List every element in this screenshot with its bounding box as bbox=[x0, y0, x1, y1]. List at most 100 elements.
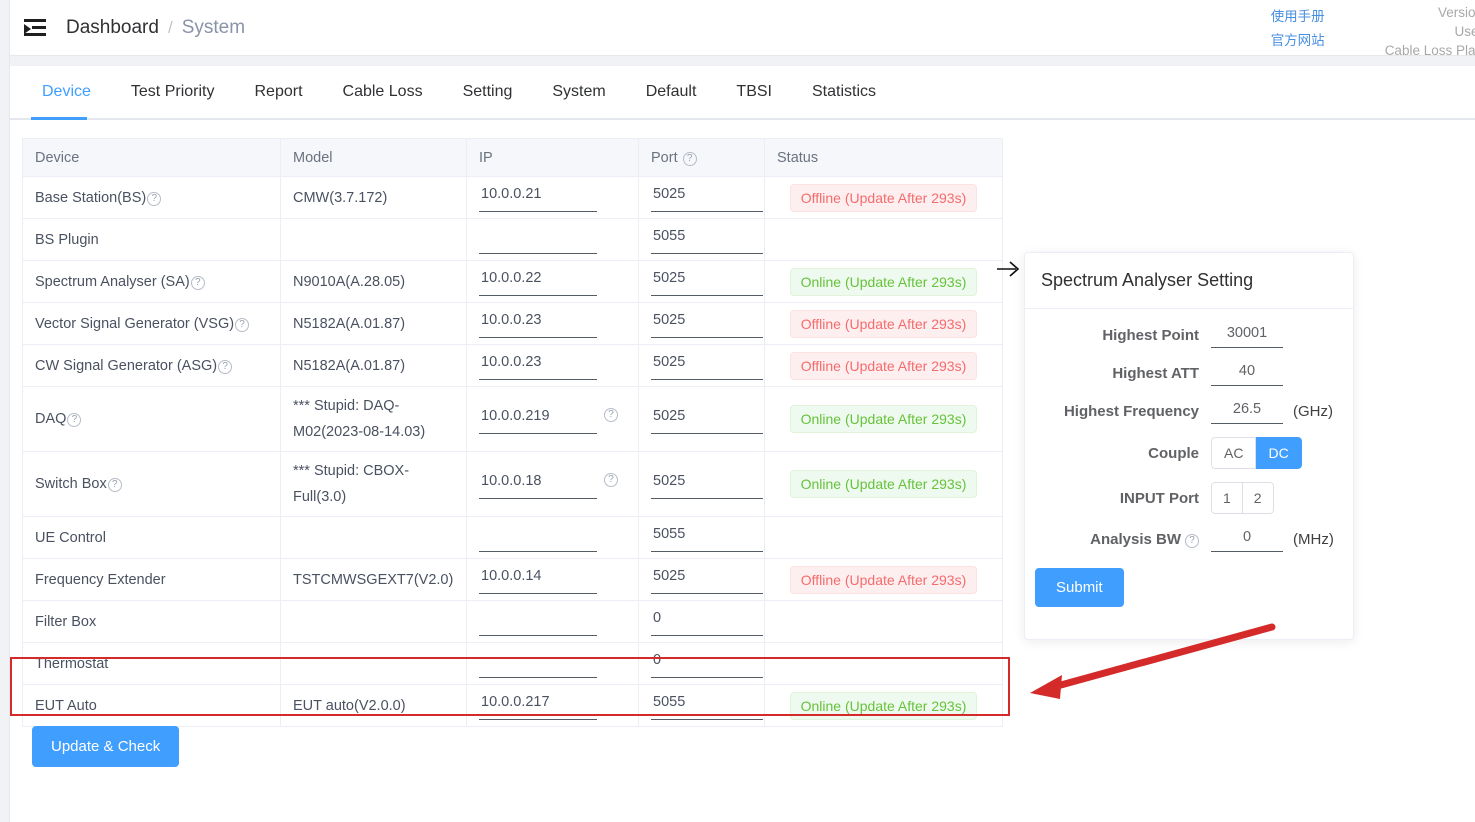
device-label: BS Plugin bbox=[35, 231, 99, 248]
table-row: BS Plugin bbox=[22, 218, 1003, 261]
table-row: EUT Auto EUT auto(V2.0.0) Online (Update A… bbox=[22, 684, 1003, 727]
port-input[interactable] bbox=[651, 309, 763, 338]
input-port-option-2[interactable]: 2 bbox=[1242, 482, 1274, 514]
ip-input[interactable] bbox=[479, 225, 597, 254]
input-port-option-1[interactable]: 1 bbox=[1211, 482, 1243, 514]
version-label: Version bbox=[1437, 5, 1475, 20]
col-header-ip: IP bbox=[466, 138, 639, 177]
ip-help-icon[interactable]: ? bbox=[604, 472, 618, 487]
cell-port bbox=[638, 451, 765, 517]
ip-input[interactable] bbox=[479, 649, 597, 678]
cell-status: Offline (Update After 293s) bbox=[764, 176, 1003, 219]
breadcrumb-current: System bbox=[181, 16, 246, 38]
port-input[interactable] bbox=[651, 565, 763, 594]
tab-cable-loss[interactable]: Cable Loss bbox=[323, 66, 443, 118]
cell-ip bbox=[466, 642, 639, 685]
device-help-icon[interactable]: ? bbox=[147, 191, 162, 206]
cell-status: Offline (Update After 293s) bbox=[764, 302, 1003, 345]
update-and-check-button[interactable]: Update & Check bbox=[32, 726, 180, 767]
menu-fold-icon[interactable] bbox=[24, 15, 50, 41]
port-input[interactable] bbox=[651, 225, 763, 254]
port-input[interactable] bbox=[651, 649, 763, 678]
official-website-link[interactable]: 官方网站 bbox=[1271, 29, 1325, 53]
sa-row-highest-frequency: Highest Frequency (GHz) bbox=[1025, 399, 1339, 424]
ip-input[interactable] bbox=[479, 523, 597, 552]
cell-model bbox=[280, 218, 467, 261]
ip-input[interactable] bbox=[479, 351, 597, 380]
model-label: N5182A(A.01.87) bbox=[293, 357, 406, 374]
table-row: Base Station(BS)? CMW(3.7.172) Offline (Up… bbox=[22, 176, 1003, 219]
analysis-bw-input[interactable] bbox=[1211, 527, 1283, 552]
couple-option-dc[interactable]: DC bbox=[1256, 437, 1302, 469]
model-label: CMW(3.7.172) bbox=[293, 189, 388, 206]
user-manual-link[interactable]: 使用手册 bbox=[1271, 5, 1325, 29]
table-row: Vector Signal Generator (VSG)? N5182A(A.0… bbox=[22, 302, 1003, 345]
cell-port bbox=[638, 302, 765, 345]
table-row: Frequency Extender TSTCMWSGEXT7(V2.0) Offl… bbox=[22, 558, 1003, 601]
device-help-icon[interactable]: ? bbox=[190, 275, 205, 290]
device-label: EUT Auto bbox=[35, 697, 97, 714]
breadcrumb-root[interactable]: Dashboard bbox=[66, 17, 159, 39]
couple-option-ac[interactable]: AC bbox=[1211, 437, 1257, 469]
port-input[interactable] bbox=[651, 404, 763, 434]
port-input[interactable] bbox=[651, 469, 763, 499]
model-label: EUT auto(V2.0.0) bbox=[293, 697, 406, 714]
submit-button[interactable]: Submit bbox=[1035, 568, 1124, 607]
device-label: Spectrum Analyser (SA) bbox=[35, 273, 190, 290]
ip-field-wrapper bbox=[479, 565, 626, 594]
tab-system[interactable]: System bbox=[532, 66, 625, 118]
ip-input[interactable] bbox=[479, 607, 597, 636]
device-table-wrapper: Device Model IP Port? Status Base Statio… bbox=[22, 138, 1003, 727]
analysis-bw-help-icon[interactable]: ? bbox=[1185, 534, 1199, 548]
device-label: Switch Box bbox=[35, 476, 107, 492]
status-badge: Online (Update After 293s) bbox=[789, 267, 978, 296]
device-help-icon[interactable]: ? bbox=[235, 317, 250, 332]
ip-input[interactable] bbox=[479, 691, 597, 720]
port-input[interactable] bbox=[651, 691, 763, 720]
device-help-icon[interactable]: ? bbox=[107, 478, 122, 492]
ip-field-wrapper bbox=[479, 225, 626, 254]
cell-ip bbox=[466, 260, 639, 303]
ip-input[interactable] bbox=[479, 183, 597, 212]
ip-input[interactable] bbox=[479, 267, 597, 296]
highest-point-label: Highest Point bbox=[1102, 327, 1199, 344]
highest-att-input[interactable] bbox=[1211, 361, 1283, 386]
couple-label: Couple bbox=[1148, 444, 1199, 462]
port-input[interactable] bbox=[651, 607, 763, 636]
tab-setting[interactable]: Setting bbox=[443, 66, 533, 118]
cell-device: CW Signal Generator (ASG)? bbox=[22, 344, 281, 387]
tab-report[interactable]: Report bbox=[234, 66, 322, 118]
ip-field-wrapper: ? bbox=[479, 469, 626, 499]
device-help-icon[interactable]: ? bbox=[218, 359, 233, 374]
tab-tbsi[interactable]: TBSI bbox=[716, 66, 792, 118]
tab-device[interactable]: Device bbox=[22, 66, 111, 118]
ip-input[interactable] bbox=[479, 469, 597, 499]
analysis-bw-unit: (MHz) bbox=[1293, 531, 1334, 548]
cell-port bbox=[638, 386, 765, 452]
status-badge: Offline (Update After 293s) bbox=[789, 309, 978, 338]
port-input[interactable] bbox=[651, 523, 763, 552]
port-input[interactable] bbox=[651, 267, 763, 296]
device-help-icon[interactable]: ? bbox=[67, 413, 82, 427]
tab-statistics[interactable]: Statistics bbox=[792, 66, 896, 118]
highest-point-input[interactable] bbox=[1211, 323, 1283, 348]
tab-test-priority[interactable]: Test Priority bbox=[111, 66, 235, 118]
ip-input[interactable] bbox=[479, 404, 597, 434]
device-label: Base Station(BS) bbox=[35, 189, 147, 206]
port-help-icon[interactable]: ? bbox=[682, 151, 697, 166]
cell-ip bbox=[466, 176, 639, 219]
input-port-segmented-control: 1 2 bbox=[1211, 482, 1274, 514]
ip-help-icon[interactable]: ? bbox=[604, 407, 618, 422]
highest-frequency-input[interactable] bbox=[1211, 399, 1283, 424]
port-input[interactable] bbox=[651, 183, 763, 212]
tab-default[interactable]: Default bbox=[626, 66, 717, 118]
ip-input[interactable] bbox=[479, 309, 597, 338]
tab-bar: Device Test Priority Report Cable Loss S… bbox=[10, 66, 1475, 120]
device-label: Vector Signal Generator (VSG) bbox=[35, 315, 235, 332]
ip-field-wrapper bbox=[479, 267, 626, 296]
cell-port bbox=[638, 344, 765, 387]
cell-device: EUT Auto bbox=[22, 684, 281, 727]
device-table: Device Model IP Port? Status Base Statio… bbox=[22, 138, 1003, 727]
port-input[interactable] bbox=[651, 351, 763, 380]
ip-input[interactable] bbox=[479, 565, 597, 594]
